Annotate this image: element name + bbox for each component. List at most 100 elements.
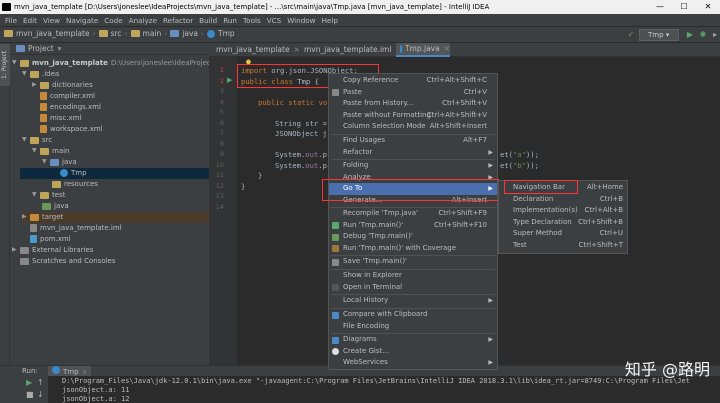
tree-item-encodings[interactable]: encodings.xml xyxy=(40,102,101,113)
tree-item-compiler[interactable]: compiler.xml xyxy=(40,91,95,102)
build-hammer-icon[interactable]: ✓ xyxy=(626,30,636,40)
menu-item-paste-without-formatting[interactable]: Paste without Formatting Ctrl+Alt+Shift+V xyxy=(329,110,497,122)
menu-item-local-history[interactable]: Local History ▶ xyxy=(329,295,497,307)
close-icon[interactable]: × xyxy=(444,42,450,56)
menu-item-paste[interactable]: Paste Ctrl+V xyxy=(329,87,497,99)
breadcrumb-src[interactable]: src xyxy=(111,29,122,38)
menu-item-folding[interactable]: Folding ▶ xyxy=(329,160,497,172)
menu-item-show-in-explorer[interactable]: Show in Explorer xyxy=(329,270,497,282)
menu-label: WebServices xyxy=(343,358,388,366)
run-icon xyxy=(332,222,339,229)
menu-item-save[interactable]: Save 'Tmp.main()' xyxy=(329,256,497,268)
menu-label: Super Method xyxy=(513,229,562,237)
tree-item-test-java[interactable]: java xyxy=(42,201,69,212)
menu-run[interactable]: Run xyxy=(223,16,237,25)
menu-item-recompile[interactable]: Recompile 'Tmp.java' Ctrl+Shift+F9 xyxy=(329,208,497,220)
navigation-bar-highlight-box xyxy=(504,180,578,194)
tree-item-scratches[interactable]: Scratches and Consoles xyxy=(20,256,116,267)
menu-refactor[interactable]: Refactor xyxy=(163,16,193,25)
tree-item-misc[interactable]: misc.xml xyxy=(40,113,81,124)
menu-item-compare-clipboard[interactable]: Compare with Clipboard xyxy=(329,309,497,321)
menu-help[interactable]: Help xyxy=(322,16,338,25)
scroll-down-icon[interactable]: ↓ xyxy=(37,390,44,399)
menu-item-run[interactable]: Run 'Tmp.main()' Ctrl+Shift+F10 xyxy=(329,220,497,232)
maximize-button[interactable]: ☐ xyxy=(672,0,696,14)
close-button[interactable]: ✕ xyxy=(696,0,720,14)
tree-item-test[interactable]: ▼ test xyxy=(32,190,65,201)
source-folder-icon xyxy=(50,158,59,166)
submenu-item-type-declaration[interactable]: Type Declaration Ctrl+Shift+B xyxy=(499,217,627,229)
menu-navigate[interactable]: Navigate xyxy=(66,16,98,25)
menu-item-column-selection[interactable]: Column Selection Mode Alt+Shift+Insert xyxy=(329,121,497,133)
tab-iml[interactable]: mvn_java_template.iml× xyxy=(297,43,402,57)
run-output-area[interactable]: D:\Program_Files\Java\jdk-12.0.1\bin\jav… xyxy=(0,376,720,403)
menu-shortcut: Ctrl+Shift+B xyxy=(578,217,623,226)
tree-item-idea[interactable]: ▼ .idea xyxy=(22,69,59,80)
menu-item-run-coverage[interactable]: Run 'Tmp.main()' with Coverage xyxy=(329,243,497,255)
stop-icon[interactable]: ■ xyxy=(26,390,34,399)
breadcrumb-project[interactable]: mvn_java_template xyxy=(16,29,90,38)
code-text: .p xyxy=(318,150,327,159)
submenu-item-declaration[interactable]: Declaration Ctrl+B xyxy=(499,194,627,206)
menu-item-find-usages[interactable]: Find Usages Alt+F7 xyxy=(329,135,497,147)
tab-tmp-java[interactable]: Tmp.java × xyxy=(396,43,450,57)
tree-item-iml[interactable]: mvn_java_template.iml xyxy=(30,223,122,234)
menu-vcs[interactable]: VCS xyxy=(267,16,282,25)
rerun-icon[interactable]: ▶ xyxy=(26,378,32,387)
minimize-button[interactable]: — xyxy=(648,0,672,14)
more-icon[interactable]: ▸ xyxy=(710,30,720,40)
menu-item-webservices[interactable]: WebServices ▶ xyxy=(329,357,497,369)
run-icon[interactable]: ▶ xyxy=(685,30,695,40)
terminal-icon xyxy=(332,284,339,291)
tree-label: target xyxy=(42,213,64,221)
tree-item-workspace[interactable]: workspace.xml xyxy=(40,124,103,135)
tree-label: java xyxy=(54,202,69,210)
tree-item-resources[interactable]: resources xyxy=(52,179,98,190)
breadcrumb-tmp[interactable]: Tmp xyxy=(218,29,235,38)
tree-item-tmp[interactable]: Tmp xyxy=(20,168,209,179)
menu-window[interactable]: Window xyxy=(287,16,315,25)
breadcrumb-java[interactable]: java xyxy=(182,29,198,38)
menu-item-paste-history[interactable]: Paste from History... Ctrl+Shift+V xyxy=(329,98,497,110)
editor-tabs: mvn_java_template × mvn_java_template.iml… xyxy=(209,43,720,57)
menu-item-create-gist[interactable]: Create Gist... xyxy=(329,346,497,358)
tree-item-main[interactable]: ▼ main xyxy=(32,146,70,157)
menu-item-file-encoding[interactable]: File Encoding xyxy=(329,321,497,333)
debug-icon[interactable]: ✱ xyxy=(698,30,708,40)
tree-item-dictionaries[interactable]: ▶ dictionaries xyxy=(32,80,93,91)
menu-item-debug[interactable]: Debug 'Tmp.main()' xyxy=(329,231,497,243)
menu-item-diagrams[interactable]: Diagrams ▶ xyxy=(329,334,497,346)
submenu-item-implementations[interactable]: Implementation(s) Ctrl+Alt+B xyxy=(499,205,627,217)
menu-analyze[interactable]: Analyze xyxy=(129,16,157,25)
menu-label: Refactor xyxy=(343,147,373,156)
chevron-right-icon: › xyxy=(92,29,96,38)
submenu-item-super-method[interactable]: Super Method Ctrl+U xyxy=(499,228,627,240)
tree-item-external-libraries[interactable]: ▶ External Libraries xyxy=(12,245,94,256)
project-panel-title[interactable]: Project xyxy=(28,44,54,53)
menu-edit[interactable]: Edit xyxy=(23,16,37,25)
folder-icon xyxy=(30,70,39,78)
menu-build[interactable]: Build xyxy=(199,16,217,25)
menu-item-refactor[interactable]: Refactor ▶ xyxy=(329,147,497,159)
submenu-item-test[interactable]: Test Ctrl+Shift+T xyxy=(499,240,627,252)
menu-item-open-terminal[interactable]: Open in Terminal xyxy=(329,282,497,294)
close-icon[interactable]: × xyxy=(82,368,88,376)
menu-file[interactable]: File xyxy=(5,16,17,25)
scroll-up-icon[interactable]: ↑ xyxy=(37,378,44,387)
tree-item-java[interactable]: ▼ java xyxy=(42,157,77,168)
tree-item-src[interactable]: ▼ src xyxy=(22,135,52,146)
scratches-icon xyxy=(20,257,29,265)
project-tool-button[interactable]: 1: Project xyxy=(0,44,10,86)
tab-mvn-java-template[interactable]: mvn_java_template × xyxy=(209,43,300,57)
menu-tools[interactable]: Tools xyxy=(243,16,261,25)
menu-code[interactable]: Code xyxy=(104,16,122,25)
breadcrumb-main[interactable]: main xyxy=(143,29,162,38)
tree-item-target[interactable]: ▶ target xyxy=(22,212,209,223)
tree-item-pom[interactable]: pom.xml xyxy=(30,234,71,245)
tree-item-project-root[interactable]: ▼ mvn_java_template D:\Users\joneslee\Idea… xyxy=(12,58,214,69)
menu-item-copy-reference[interactable]: Copy Reference Ctrl+Alt+Shift+C xyxy=(329,75,497,87)
run-gutter-icon[interactable]: ▶ xyxy=(227,76,232,84)
run-config-selector[interactable]: Tmp ▾ xyxy=(639,29,679,41)
chevron-down-icon[interactable]: ▾ xyxy=(58,44,62,53)
menu-view[interactable]: View xyxy=(43,16,60,25)
